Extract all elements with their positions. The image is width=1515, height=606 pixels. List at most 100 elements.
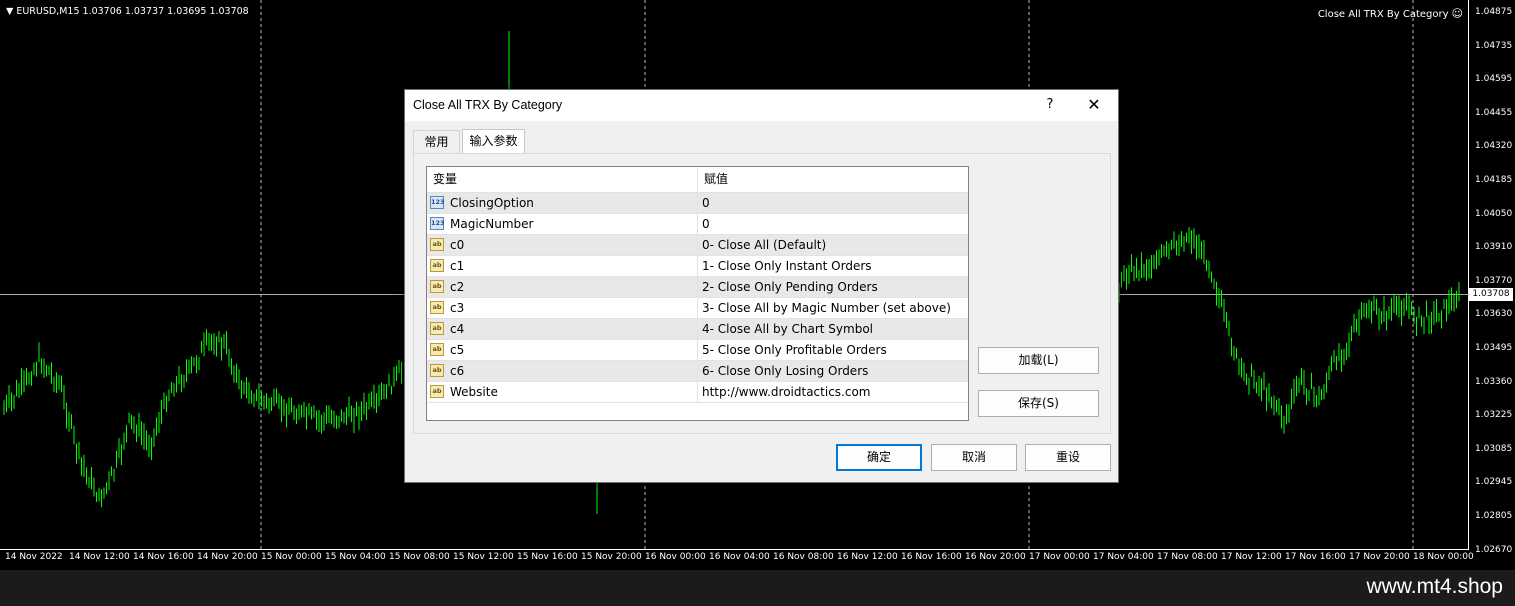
parameter-name: c0: [450, 238, 465, 252]
parameter-name: c6: [450, 364, 465, 378]
watermark-text: www.mt4.shop: [1366, 575, 1503, 598]
dialog-title: Close All TRX By Category: [413, 98, 563, 112]
string-type-icon: ab: [430, 301, 444, 314]
parameter-name: Website: [450, 385, 498, 399]
time-tick-label: 16 Nov 20:00: [965, 552, 1026, 562]
time-tick-label: 15 Nov 16:00: [517, 552, 578, 562]
string-type-icon: ab: [430, 385, 444, 398]
time-tick-label: 17 Nov 12:00: [1221, 552, 1282, 562]
time-tick-label: 15 Nov 12:00: [453, 552, 514, 562]
table-row[interactable]: ab c1 1- Close Only Instant Orders: [427, 256, 968, 277]
table-row[interactable]: ab c3 3- Close All by Magic Number (set ab…: [427, 298, 968, 319]
column-divider: [697, 193, 698, 213]
tab-common[interactable]: 常用: [413, 130, 460, 154]
time-tick-label: 15 Nov 04:00: [325, 552, 386, 562]
load-button[interactable]: 加载(L): [978, 347, 1099, 374]
numeric-type-icon: 123: [430, 217, 445, 230]
column-divider: [697, 340, 698, 360]
save-button[interactable]: 保存(S): [978, 390, 1099, 417]
table-row[interactable]: ab Website http://www.droidtactics.com: [427, 382, 968, 403]
cancel-button[interactable]: 取消: [931, 444, 1017, 471]
symbol-info: ▼ EURUSD,M15 1.03706 1.03737 1.03695 1.0…: [6, 6, 249, 17]
table-row[interactable]: ab c6 6- Close Only Losing Orders: [427, 361, 968, 382]
time-tick-label: 14 Nov 2022: [5, 552, 63, 562]
parameter-name: c4: [450, 322, 465, 336]
expert-name: Close All TRX By Category: [1317, 9, 1449, 20]
price-tick-label: 1.04320: [1475, 141, 1513, 152]
table-row[interactable]: 123 ClosingOption 0: [427, 193, 968, 214]
column-divider: [697, 319, 698, 339]
parameter-value[interactable]: 1- Close Only Instant Orders: [702, 256, 964, 276]
time-axis: 14 Nov 2022 14 Nov 12:00 14 Nov 16:00 14 No…: [0, 550, 1474, 570]
price-tick-label: 1.04185: [1475, 175, 1513, 185]
smiley-face-icon: ☺: [1451, 7, 1463, 20]
parameter-name: c5: [450, 343, 465, 357]
time-tick-label: 17 Nov 08:00: [1157, 552, 1218, 562]
watermark-bar: www.mt4.shop: [0, 570, 1515, 606]
time-tick-label: 17 Nov 16:00: [1285, 552, 1346, 562]
price-tick-label: 1.03225: [1475, 410, 1513, 421]
string-type-icon: ab: [430, 322, 444, 335]
table-row[interactable]: ab c0 0- Close All (Default): [427, 235, 968, 256]
time-tick-label: 16 Nov 08:00: [773, 552, 834, 562]
price-tick-label: 1.04050: [1475, 208, 1513, 219]
expert-properties-dialog: Close All TRX By Category ? ✕ 常用 输入参数 变量…: [404, 89, 1119, 483]
parameter-name: c1: [450, 259, 465, 273]
time-tick-label: 14 Nov 20:00: [197, 552, 258, 562]
tab-inputs[interactable]: 输入参数: [462, 129, 525, 154]
price-tick-label: 1.03360: [1475, 376, 1513, 387]
time-tick-label: 15 Nov 20:00: [581, 552, 642, 562]
column-header-variable[interactable]: 变量: [427, 167, 698, 192]
string-type-icon: ab: [430, 364, 444, 377]
string-type-icon: ab: [430, 280, 444, 293]
table-row[interactable]: 123 MagicNumber 0: [427, 214, 968, 235]
price-tick-label: 1.04455: [1475, 107, 1513, 118]
chart-menu-arrow-icon[interactable]: ▼: [6, 6, 13, 17]
parameters-table: 变量 赋值 123 ClosingOption 0 123 MagicNumber 0 ab…: [426, 166, 969, 421]
parameter-value[interactable]: 0- Close All (Default): [702, 235, 964, 255]
close-button[interactable]: ✕: [1083, 94, 1105, 116]
time-tick-label: 18 Nov 00:00: [1413, 552, 1474, 562]
column-divider: [697, 361, 698, 381]
reset-button[interactable]: 重设: [1025, 444, 1111, 471]
parameter-value[interactable]: 0: [702, 193, 964, 213]
parameter-value[interactable]: 4- Close All by Chart Symbol: [702, 319, 964, 339]
time-tick-label: 15 Nov 00:00: [261, 552, 322, 562]
price-tick-label: 1.04595: [1475, 74, 1513, 85]
time-tick-label: 15 Nov 08:00: [389, 552, 450, 562]
column-header-value[interactable]: 赋值: [698, 167, 968, 192]
ok-button[interactable]: 确定: [836, 444, 922, 471]
parameter-value[interactable]: http://www.droidtactics.com: [702, 382, 964, 402]
column-divider: [697, 256, 698, 276]
price-axis: 1.04875 1.04735 1.04595 1.04455 1.04320 1.041…: [1469, 0, 1515, 570]
parameter-value[interactable]: 5- Close Only Profitable Orders: [702, 340, 964, 360]
time-tick-label: 14 Nov 12:00: [69, 552, 130, 562]
inputs-panel: 变量 赋值 123 ClosingOption 0 123 MagicNumber 0 ab…: [413, 153, 1111, 434]
table-row[interactable]: ab c4 4- Close All by Chart Symbol: [427, 319, 968, 340]
time-tick-label: 16 Nov 12:00: [837, 552, 898, 562]
parameter-value[interactable]: 0: [702, 214, 964, 234]
table-header: 变量 赋值: [427, 167, 968, 193]
parameter-value[interactable]: 2- Close Only Pending Orders: [702, 277, 964, 297]
price-tick-label: 1.03495: [1475, 343, 1513, 353]
dialog-titlebar[interactable]: Close All TRX By Category ? ✕: [405, 90, 1118, 121]
symbol-ohlc-text: EURUSD,M15 1.03706 1.03737 1.03695 1.037…: [16, 6, 249, 17]
time-tick-label: 17 Nov 00:00: [1029, 552, 1090, 562]
table-row[interactable]: ab c2 2- Close Only Pending Orders: [427, 277, 968, 298]
string-type-icon: ab: [430, 238, 444, 251]
current-price-marker: 1.03708: [1469, 288, 1513, 301]
parameter-name: MagicNumber: [450, 217, 534, 231]
time-tick-label: 14 Nov 16:00: [133, 552, 194, 562]
time-tick-label: 16 Nov 00:00: [645, 552, 706, 562]
column-divider: [697, 235, 698, 255]
time-tick-label: 17 Nov 20:00: [1349, 552, 1410, 562]
parameter-value[interactable]: 6- Close Only Losing Orders: [702, 361, 964, 381]
numeric-type-icon: 123: [430, 196, 445, 209]
table-row[interactable]: ab c5 5- Close Only Profitable Orders: [427, 340, 968, 361]
parameter-name: ClosingOption: [450, 196, 534, 210]
parameter-value[interactable]: 3- Close All by Magic Number (set above): [702, 298, 964, 318]
price-tick-label: 1.02670: [1475, 544, 1513, 555]
expert-advisor-label: Close All TRX By Category ☺: [1318, 7, 1463, 20]
column-divider: [697, 214, 698, 234]
help-button[interactable]: ?: [1040, 94, 1060, 116]
